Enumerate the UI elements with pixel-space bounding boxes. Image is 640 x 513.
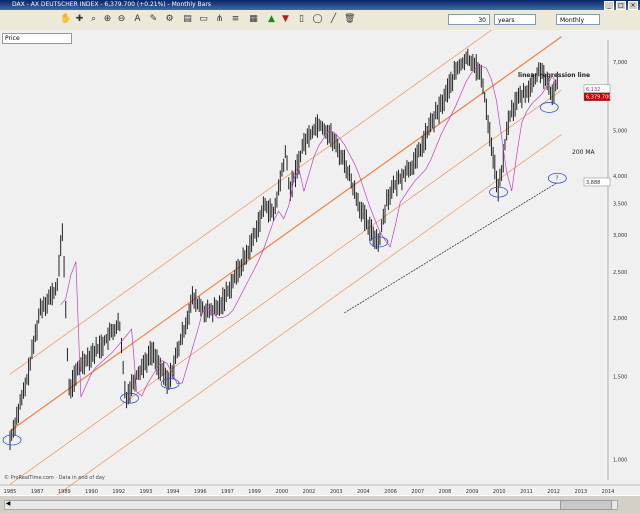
close-icon[interactable]: ×	[628, 1, 638, 10]
ellipse-icon[interactable]: ◯	[312, 14, 323, 25]
minimize-icon[interactable]: _	[604, 1, 614, 10]
horizontal-scrollbar[interactable]	[4, 500, 618, 510]
period-unit-select[interactable]: years	[494, 14, 536, 25]
regression-channel	[9, 0, 562, 513]
zoom-in-icon[interactable]: ⊕	[102, 14, 113, 25]
y-tick-label: 5,000	[613, 129, 627, 135]
zoom-out-icon[interactable]: ⊖	[116, 14, 127, 25]
statusbar: ◀	[0, 495, 640, 513]
y-tick-label: 4,000	[613, 174, 627, 180]
scroll-left-icon[interactable]: ◀	[4, 500, 12, 508]
pen-icon[interactable]: ✎	[148, 14, 159, 25]
window-titlebar: DAX - AX DEUTSCHER INDEX - 6,379.700 (+0…	[0, 0, 640, 10]
price-label: Price	[2, 33, 72, 44]
toolbar: ✋ ✚ ⌕ ⊕ ⊖ A ✎ ⚙ ▤ ▭ ⋔ ≡ ▦ ▲ ▼ ▯ ◯ ╱ 🗑 30…	[0, 10, 640, 31]
trash-icon[interactable]: 🗑	[344, 14, 355, 25]
moving-average-20	[60, 65, 558, 398]
line-icon[interactable]: ╱	[328, 14, 339, 25]
fibonacci-icon[interactable]: ≡	[230, 14, 241, 25]
price-tag-ma: 3,888	[586, 180, 600, 186]
annotation-linear-regression: linear regression line	[518, 72, 590, 79]
y-tick-label: 2,500	[613, 270, 627, 276]
circled-low	[369, 236, 389, 248]
gear-icon[interactable]: ⚙	[164, 14, 175, 25]
magnify-icon[interactable]: ⌕	[88, 14, 99, 25]
price-chart[interactable]: 7,000 5,000 4,000 3,500 3,000 2,500 2,000 1,500…	[0, 0, 640, 513]
hand-icon[interactable]: ✋	[60, 14, 71, 25]
chart-icon[interactable]: ▤	[182, 14, 193, 25]
annotation-200ma: 200 MA	[572, 149, 596, 156]
window-title: DAX - AX DEUTSCHER INDEX - 6,379.700 (+0…	[12, 1, 211, 8]
y-tick-label: 1,000	[613, 458, 627, 464]
up-arrow-icon[interactable]: ▲	[266, 14, 277, 25]
cross-icon[interactable]: ✚	[74, 14, 85, 25]
down-arrow-icon[interactable]: ▼	[280, 14, 291, 25]
y-tick-label: 7,000	[613, 60, 627, 66]
y-tick-label: 3,000	[613, 233, 627, 239]
chart-area[interactable]: 7,000 5,000 4,000 3,500 3,000 2,500 2,000 1,500…	[0, 0, 640, 513]
price-tag-current: 6,379.700	[586, 95, 611, 101]
question-mark-label: ?	[555, 175, 558, 182]
price-bars	[9, 48, 558, 451]
rectangle-icon[interactable]: ▯	[296, 14, 307, 25]
period-value-input[interactable]: 30	[448, 14, 490, 25]
fork-icon[interactable]: ⋔	[214, 14, 225, 25]
indicator-overlays	[2, 65, 567, 446]
circled-low	[539, 102, 559, 113]
calendar-icon[interactable]: ▦	[248, 14, 259, 25]
axes: 7,000 5,000 4,000 3,500 3,000 2,500 2,000 1,500…	[0, 40, 640, 495]
regression-line-1	[9, 0, 534, 375]
window-controls: _ □ ×	[604, 1, 638, 10]
y-tick-label: 2,000	[613, 316, 627, 322]
y-tick-label: 1,500	[613, 375, 627, 381]
interval-select[interactable]: Monthly	[556, 14, 600, 25]
text-icon[interactable]: A	[132, 14, 143, 25]
watermark: © ProRealTime.com · Data in end of day	[4, 474, 105, 481]
price-tag-upper: 6,132	[586, 87, 600, 93]
maximize-icon[interactable]: □	[616, 1, 626, 10]
scroll-thumb[interactable]	[560, 500, 612, 510]
ruler-icon[interactable]: ▭	[198, 14, 209, 25]
y-tick-label: 3,500	[613, 201, 627, 207]
